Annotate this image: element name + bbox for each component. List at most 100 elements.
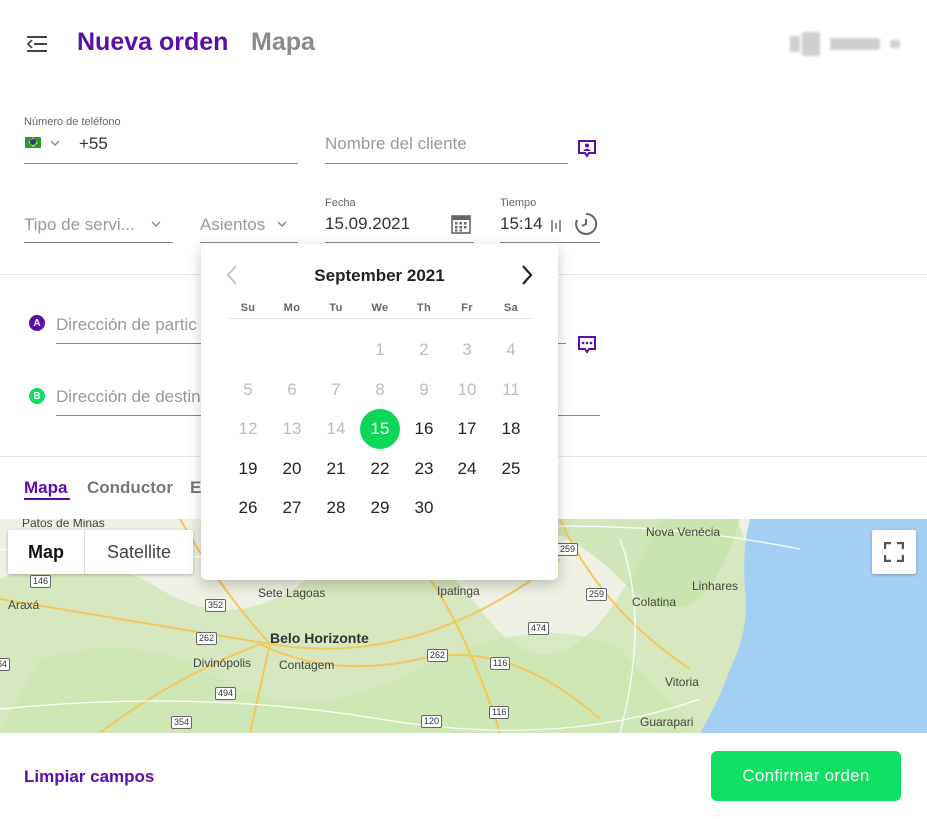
map-place-label: Sete Lagoas xyxy=(258,586,326,600)
road-shield: 352 xyxy=(205,599,227,612)
road-shield: 259 xyxy=(557,543,579,556)
road-shield: 64 xyxy=(0,658,11,671)
road-shield: 474 xyxy=(528,622,550,635)
weekday-header: Fr xyxy=(461,302,473,314)
service-type-select[interactable]: Tipo de servi... xyxy=(24,215,135,235)
brazil-flag-icon[interactable] xyxy=(25,137,41,148)
road-shield: 146 xyxy=(30,575,52,588)
seats-select[interactable]: Asientos xyxy=(200,215,265,235)
calendar-day[interactable]: 28 xyxy=(316,488,356,528)
calendar-day[interactable]: 17 xyxy=(447,409,487,449)
road-shield: 262 xyxy=(196,632,218,645)
calendar-day: 14 xyxy=(326,419,346,438)
date-input[interactable]: 15.09.2021 xyxy=(325,214,410,234)
calendar-day: 5 xyxy=(243,380,253,399)
calendar-day[interactable]: 19 xyxy=(228,449,268,489)
tab-driver[interactable]: Conductor xyxy=(87,478,173,498)
calendar-day: 13 xyxy=(282,419,302,438)
confirm-order-button[interactable]: Confirmar orden xyxy=(711,751,901,801)
fullscreen-icon[interactable] xyxy=(872,530,916,574)
phone-input[interactable]: +55 xyxy=(79,134,108,154)
weekday-header: We xyxy=(371,302,389,314)
calendar-day[interactable]: 16 xyxy=(404,409,444,449)
map-place-label: Divinópolis xyxy=(193,656,252,670)
calendar-day[interactable]: 23 xyxy=(404,449,444,489)
weekday-header: Tu xyxy=(329,302,343,314)
calendar-day[interactable]: 25 xyxy=(491,449,531,489)
map-type-satellite-button[interactable]: Satellite xyxy=(85,530,193,574)
clock-icon[interactable] xyxy=(574,212,598,236)
map-type-toggle: Map Satellite xyxy=(8,530,193,574)
clear-fields-link[interactable]: Limpiar campos xyxy=(24,767,154,787)
page-title: Nueva orden xyxy=(77,28,229,56)
calendar-day[interactable]: 30 xyxy=(404,488,444,528)
road-shield: 116 xyxy=(489,706,510,719)
calendar-day[interactable]: 26 xyxy=(228,488,268,528)
road-shield: 259 xyxy=(586,588,608,601)
weekday-header: Su xyxy=(240,302,256,314)
time-input[interactable]: 15:14 xyxy=(500,214,543,234)
origin-badge: A xyxy=(29,315,45,331)
calendar-day: 1 xyxy=(375,340,385,359)
calendar-day: 12 xyxy=(238,419,258,438)
map-place-label: Vitoria xyxy=(665,675,699,689)
road-shield: 262 xyxy=(427,649,449,662)
calendar-day: 4 xyxy=(506,340,516,359)
tab-active-indicator xyxy=(24,498,70,500)
map-type-map-button[interactable]: Map xyxy=(8,530,85,574)
map-place-label: Araxá xyxy=(8,598,40,612)
map-place-label: Patos de Minas xyxy=(22,519,105,530)
user-profile[interactable] xyxy=(790,32,902,58)
date-picker-popup: September 2021 Su Mo Tu We Th Fr Sa 1 2 3 4 5 6 7 8 9 10… xyxy=(201,244,558,580)
calendar-day: 7 xyxy=(331,380,341,399)
page-subtitle[interactable]: Mapa xyxy=(251,28,315,57)
chat-icon[interactable] xyxy=(576,334,598,356)
calendar-day: 11 xyxy=(502,380,520,399)
map-place-label: Linhares xyxy=(692,579,739,593)
calendar-day[interactable]: 22 xyxy=(360,449,400,489)
weekday-header: Mo xyxy=(283,302,301,314)
map-place-label: Ipatinga xyxy=(437,584,480,598)
weekday-header: Sa xyxy=(503,302,519,314)
date-label: Fecha xyxy=(325,197,356,209)
road-shield: 494 xyxy=(215,687,237,700)
chevron-right-icon[interactable] xyxy=(518,264,536,286)
calendar-day[interactable]: 24 xyxy=(447,449,487,489)
tab-other[interactable]: E xyxy=(190,478,201,498)
client-name-input[interactable]: Nombre del cliente xyxy=(325,134,467,154)
calendar-day: 9 xyxy=(419,380,429,399)
weekday-header: Th xyxy=(416,302,432,314)
map-place-label: Colatina xyxy=(632,595,677,609)
map-place-label: Belo Horizonte xyxy=(270,630,369,646)
calendar-day[interactable]: 20 xyxy=(272,449,312,489)
map-place-label: Guarapari xyxy=(640,715,694,729)
cursor-icon xyxy=(551,219,561,233)
calendar-day: 8 xyxy=(375,380,385,399)
map-place-label: Contagem xyxy=(279,658,335,672)
phone-label: Número de teléfono xyxy=(24,116,121,128)
map-place-label: Nova Venécia xyxy=(646,525,721,539)
destination-badge: B xyxy=(29,388,45,404)
calendar-day: 3 xyxy=(462,340,472,359)
time-label: Tiempo xyxy=(500,197,537,209)
calendar-day: 2 xyxy=(419,340,429,359)
calendar-day[interactable]: 21 xyxy=(316,449,356,489)
calendar-day[interactable]: 27 xyxy=(272,488,312,528)
calendar-day[interactable]: 18 xyxy=(491,409,531,449)
chevron-down-icon xyxy=(277,221,287,227)
calendar-day-selected[interactable]: 15 xyxy=(360,409,400,449)
calendar-month-title: September 2021 xyxy=(314,266,445,285)
contact-card-icon[interactable] xyxy=(576,138,598,160)
tab-map[interactable]: Mapa xyxy=(24,478,67,498)
origin-address-input[interactable]: Dirección de partic xyxy=(56,315,197,335)
road-shield: 354 xyxy=(171,716,193,729)
calendar-day[interactable]: 29 xyxy=(360,488,400,528)
destination-address-input[interactable]: Dirección de destin xyxy=(56,387,201,407)
calendar-day: 6 xyxy=(287,380,297,399)
menu-icon[interactable] xyxy=(26,34,48,54)
chevron-down-icon xyxy=(151,221,161,227)
road-shield: 120 xyxy=(421,715,443,728)
chevron-down-icon[interactable] xyxy=(50,138,60,148)
calendar-icon[interactable] xyxy=(450,213,472,235)
calendar-day: 10 xyxy=(457,380,477,399)
